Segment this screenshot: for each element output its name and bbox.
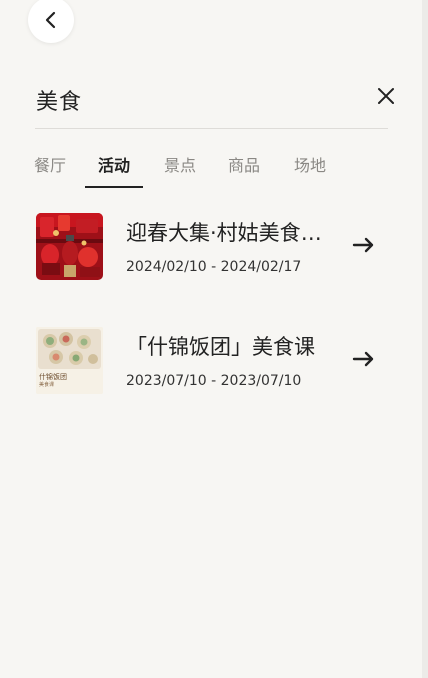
event-title: 迎春大集·村姑美食市集 (126, 221, 326, 245)
thumbnail-subcaption: 美食课 (39, 382, 55, 388)
thumbnail-caption: 什锦饭团 (39, 373, 67, 381)
back-button[interactable] (28, 0, 74, 43)
event-thumbnail: 什锦饭团 美食课 (36, 327, 103, 394)
tab-events[interactable]: 活动 (98, 152, 130, 176)
page-title: 美食 (36, 90, 83, 115)
event-date: 2023/07/10 - 2023/07/10 (126, 373, 302, 389)
tab-attractions[interactable]: 景点 (164, 152, 196, 176)
tab-restaurants[interactable]: 餐厅 (34, 152, 66, 176)
category-tabs: 餐厅 活动 景点 商品 场地 (0, 152, 428, 192)
close-button[interactable] (374, 86, 398, 110)
header-divider (35, 128, 388, 129)
event-title: 「什锦饭团」美食课 (126, 335, 315, 359)
event-thumbnail (36, 213, 103, 280)
chevron-left-icon (44, 11, 58, 29)
arrow-right-icon[interactable] (352, 235, 376, 255)
list-item[interactable]: 什锦饭团 美食课 「什锦饭团」美食课 2023/07/10 - 2023/07/… (0, 327, 428, 407)
close-icon (377, 87, 395, 109)
arrow-right-icon[interactable] (352, 349, 376, 369)
list-item[interactable]: 迎春大集·村姑美食市集 2024/02/10 - 2024/02/17 (0, 213, 428, 293)
active-tab-indicator (85, 186, 143, 188)
tab-venues[interactable]: 场地 (294, 152, 326, 176)
tab-products[interactable]: 商品 (228, 152, 260, 176)
event-date: 2024/02/10 - 2024/02/17 (126, 259, 302, 275)
